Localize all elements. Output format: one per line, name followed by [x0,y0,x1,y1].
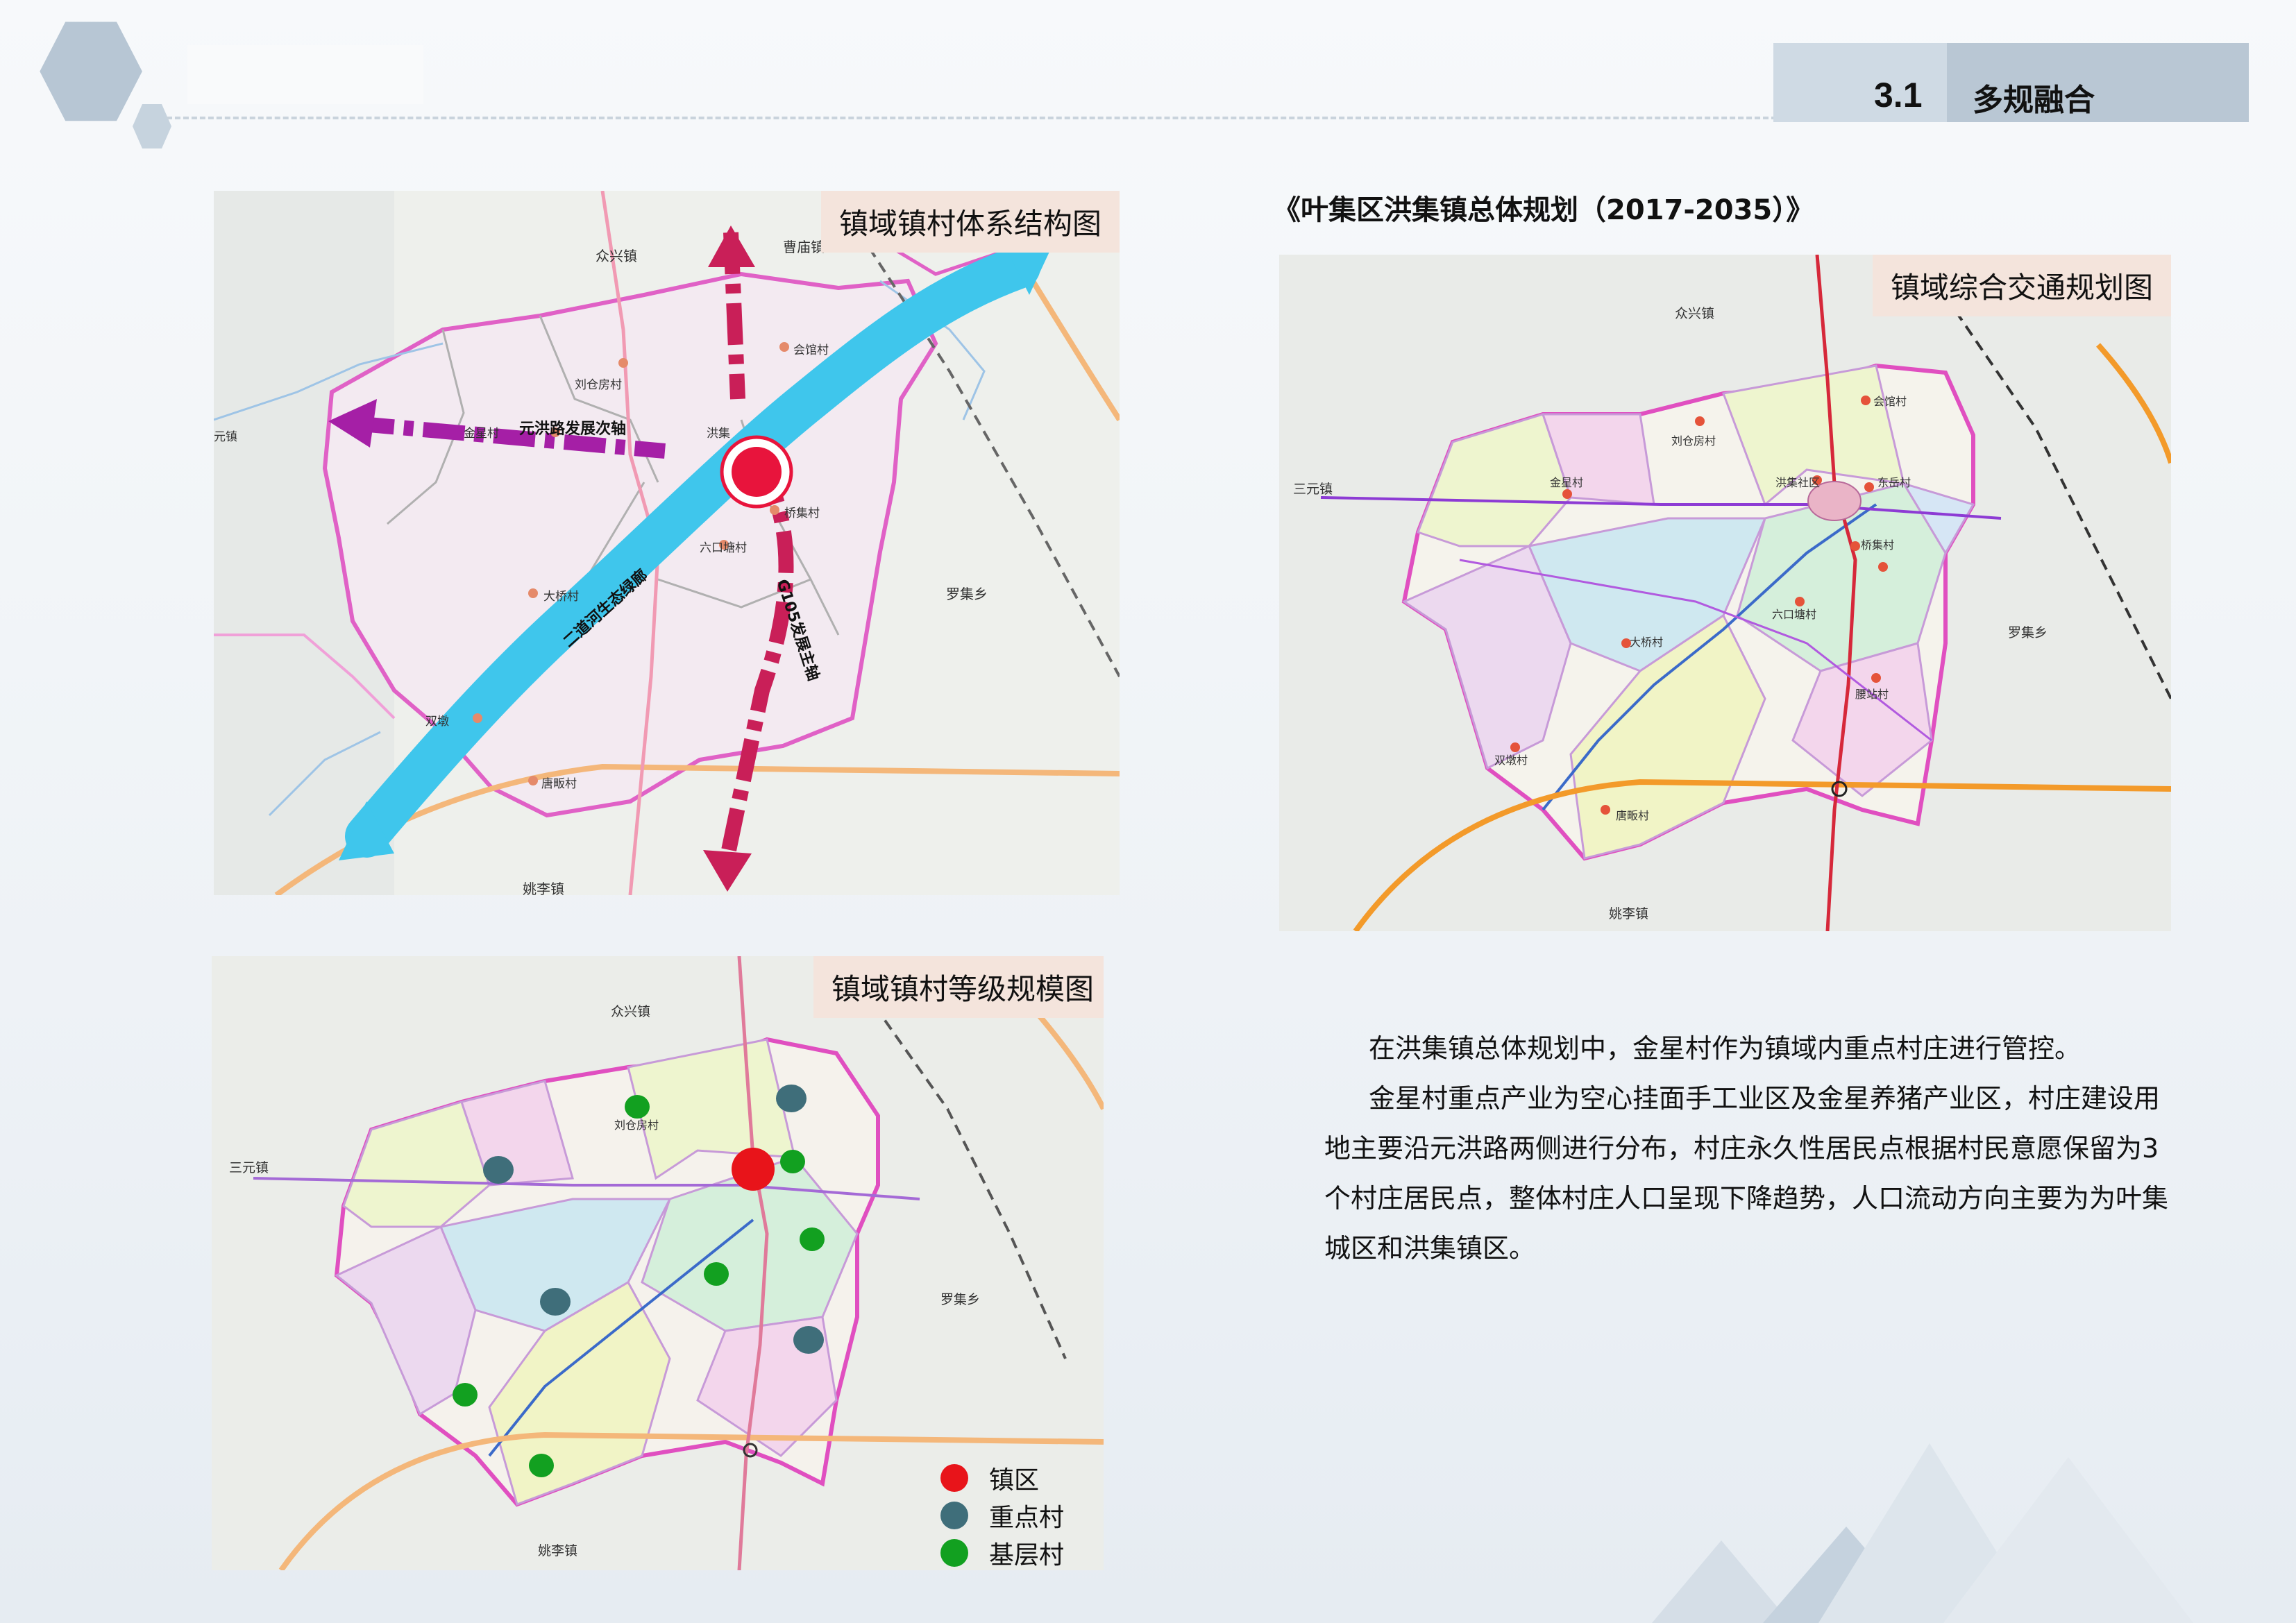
map1-place-label: 姚李镇 [523,881,564,895]
map2-place-label: 桥集村 [1861,538,1895,552]
map-comprehensive-traffic-plan: 众兴镇 会馆村 刘仓房村 三元镇 金星村 洪集社区 东岳村 桥集村 六口塘村 大… [1279,255,2171,931]
map3-legend: 镇区 重点村 基层村 [940,1459,1064,1570]
map3-basic-village-marker [780,1150,805,1173]
map1-place-label: 罗集乡 [946,586,988,602]
map1-place-label: 洪集 [707,427,730,441]
map3-basic-village-marker [625,1095,650,1119]
map2-place-label: 众兴镇 [1675,306,1715,321]
footer-triangle-decoration [1652,1443,2193,1623]
map1-place-label: 唐畈村 [541,777,577,791]
legend-item-town: 镇区 [940,1459,1064,1497]
description-paragraph-1: 在洪集镇总体规划中，金星村作为镇域内重点村庄进行管控。 [1369,1033,2082,1064]
map1-place-label: 金星村 [464,427,499,441]
map1-place-label: 会馆村 [793,343,829,357]
map2-place-label: 东岳村 [1877,476,1911,489]
map3-key-village-marker [793,1326,824,1354]
legend-label: 基层村 [989,1541,1065,1570]
map2-title-label: 镇域综合交通规划图 [1872,255,2171,316]
map2-place-label: 姚李镇 [1609,906,1649,921]
description-text: 在洪集镇总体规划中，金星村作为镇域内重点村庄进行管控。 金星村重点产业为空心挂面… [1324,1023,2171,1273]
map-town-village-structure: 众兴镇 曹庙镇 会馆村 刘仓房村 金星村 洪集 元镇 六口塘村 桥集村 大桥村 … [214,191,1120,895]
map2-place-label: 六口塘村 [1772,608,1817,621]
legend-label: 重点村 [989,1504,1065,1532]
map1-place-label: 六口塘村 [700,541,747,555]
map1-place-label: 众兴镇 [596,248,637,264]
map3-key-village-marker [483,1156,514,1184]
map3-title-label: 镇域镇村等级规模图 [813,956,1104,1018]
map1-title-label: 镇域镇村体系结构图 [820,191,1120,253]
map3-place-label: 三元镇 [229,1160,269,1175]
header-dashed-line [167,117,1777,119]
legend-item-basic-village: 基层村 [940,1534,1064,1570]
legend-label: 镇区 [989,1466,1040,1495]
map1-place-label: 大桥村 [543,590,579,604]
map3-place-label: 罗集乡 [940,1292,981,1307]
map2-place-label: 双墩村 [1494,754,1528,767]
map3-basic-village-marker [800,1227,825,1251]
map2-place-label: 洪集社区 [1775,476,1821,489]
map3-basic-village-marker [704,1262,729,1286]
map2-place-label: 腰站村 [1855,688,1889,701]
map2-place-label: 三元镇 [1293,482,1333,497]
map3-basic-village-marker [453,1383,478,1407]
map2-place-label: 刘仓房村 [1671,434,1716,448]
map2-place-label: 罗集乡 [2008,625,2048,640]
map1-town-center [732,447,782,497]
legend-swatch-town [940,1464,968,1492]
map1-place-label: 桥集村 [784,507,820,520]
map1-place-label: 刘仓房村 [575,378,622,392]
map2-svg [1279,255,2171,931]
header-white-bar [187,45,423,104]
map1-place-label: 曹庙镇 [783,239,825,255]
map3-place-label: 姚李镇 [538,1543,578,1558]
legend-item-key-village: 重点村 [940,1497,1064,1534]
map2-place-label: 会馆村 [1873,395,1907,408]
map3-place-label: 刘仓房村 [614,1119,659,1132]
map1-svg [214,191,1120,895]
map3-town-marker [732,1148,775,1191]
map-town-village-grade: 众兴镇 刘仓房村 三元镇 罗集乡 姚李镇 镇域镇村等级规模图 镇区 重点村 基层… [212,956,1104,1570]
map1-axis-label-secondary: 元洪路发展次轴 [519,420,627,438]
map3-key-village-marker [540,1288,571,1316]
map1-place-label: 元镇 [214,430,237,444]
map2-place-label: 大桥村 [1630,636,1664,649]
header-hexagon-decoration [40,22,171,148]
map3-place-label: 众兴镇 [611,1004,651,1019]
section-number: 3.1 [1874,76,1923,114]
map1-place-label: 双墩 [425,715,449,729]
legend-swatch-key-village [940,1502,968,1529]
map2-place-label: 金星村 [1550,476,1584,489]
map3-key-village-marker [776,1085,807,1112]
legend-swatch-basic-village [940,1539,968,1567]
section-title: 多规融合 [1973,83,2095,118]
document-title: 《叶集区洪集镇总体规划（2017-2035）》 [1273,194,1814,226]
description-paragraph-2: 金星村重点产业为空心挂面手工业区及金星养猪产业区，村庄建设用地主要沿元洪路两侧进… [1324,1083,2169,1264]
map2-place-label: 唐畈村 [1616,809,1650,822]
map3-basic-village-marker [529,1454,554,1477]
